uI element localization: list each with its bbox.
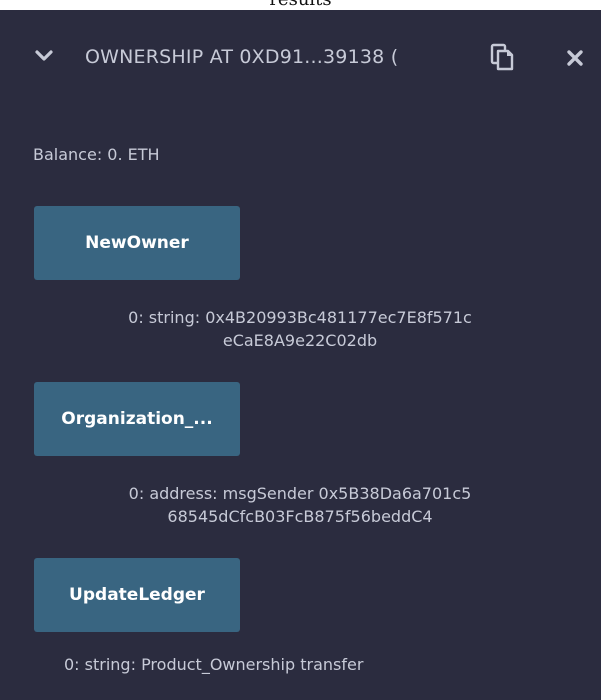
updateledger-button[interactable]: UpdateLedger: [34, 558, 240, 632]
copy-icon[interactable]: [487, 42, 517, 72]
newowner-button[interactable]: NewOwner: [34, 206, 240, 280]
organization-output: 0: address: msgSender 0x5B38Da6a701c5 68…: [34, 482, 566, 528]
output-line: eCaE8A9e22C02db: [222, 331, 378, 350]
newowner-output: 0: string: 0x4B20993Bc481177ec7E8f571c e…: [34, 306, 566, 352]
output-line: 0: string: Product_Ownership transfer: [64, 655, 364, 674]
top-strip: results: [0, 0, 601, 10]
output-line: 0: string: 0x4B20993Bc481177ec7E8f571c: [128, 308, 472, 327]
output-line: 0: address: msgSender 0x5B38Da6a701c5: [128, 484, 472, 503]
contract-title[interactable]: OWNERSHIP AT 0XD91...39138 (: [85, 44, 398, 70]
contract-header: OWNERSHIP AT 0XD91...39138 (: [0, 10, 601, 110]
output-line: 68545dCfcB03FcB875f56beddC4: [167, 507, 433, 526]
chevron-down-icon[interactable]: [34, 46, 54, 66]
close-icon[interactable]: [565, 48, 585, 68]
organization-button[interactable]: Organization_...: [34, 382, 240, 456]
updateledger-output: 0: string: Product_Ownership transfer: [34, 653, 554, 676]
deployed-contract-panel: OWNERSHIP AT 0XD91...39138 ( Balance: 0.…: [0, 10, 601, 700]
balance-text: Balance: 0. ETH: [33, 145, 160, 164]
results-label: results: [0, 0, 601, 10]
